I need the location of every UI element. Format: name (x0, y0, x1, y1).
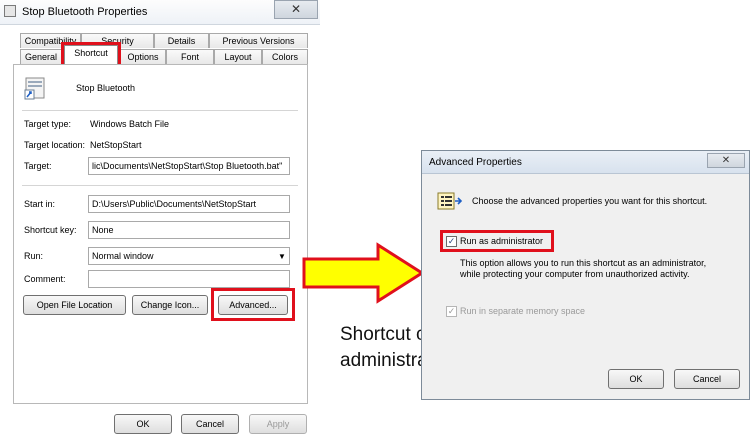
chevron-down-icon[interactable]: ▼ (278, 252, 286, 261)
target-location-value: NetStopStart (90, 140, 142, 150)
separate-memory-checkbox[interactable]: ✓ (446, 306, 457, 317)
batch-file-icon (24, 77, 45, 100)
tab-font[interactable]: Font (166, 49, 214, 64)
tab-previous-versions[interactable]: Previous Versions (209, 33, 308, 48)
shortcut-name: Stop Bluetooth (76, 83, 136, 93)
run-as-admin-highlight (440, 230, 554, 252)
advanced-cancel-button[interactable]: Cancel (674, 369, 740, 389)
start-in-input[interactable]: D:\Users\Public\Documents\NetStopStart (88, 195, 290, 213)
separator (22, 110, 298, 111)
advanced-close-button[interactable]: ✕ (707, 153, 745, 168)
advanced-properties-window: Advanced Properties ✕ Choose the advance… (421, 150, 750, 400)
tab-options[interactable]: Options (120, 49, 166, 64)
advanced-ok-button[interactable]: OK (608, 369, 664, 389)
tab-general[interactable]: General (20, 49, 62, 64)
target-type-value: Windows Batch File (90, 119, 170, 129)
shortcut-key-input[interactable]: None (88, 221, 290, 239)
shortcut-key-label: Shortcut key: (24, 225, 77, 235)
properties-list-icon (437, 192, 463, 210)
tab-colors[interactable]: Colors (262, 49, 308, 64)
arrow-icon (302, 242, 425, 304)
close-button[interactable]: ✕ (274, 0, 318, 19)
advanced-title: Advanced Properties (429, 157, 522, 168)
run-select[interactable]: Normal window (88, 247, 290, 265)
advanced-button-highlight (211, 288, 295, 321)
tab-details[interactable]: Details (154, 33, 209, 48)
properties-window: Stop Bluetooth Properties ✕ Compatibilit… (0, 0, 320, 439)
apply-button[interactable]: Apply (249, 414, 307, 434)
separator (22, 185, 298, 186)
ok-button[interactable]: OK (114, 414, 172, 434)
properties-title: Stop Bluetooth Properties (22, 6, 148, 18)
open-file-location-button[interactable]: Open File Location (23, 295, 126, 315)
advanced-description: Choose the advanced properties you want … (472, 196, 708, 206)
tab-layout[interactable]: Layout (214, 49, 262, 64)
target-type-label: Target type: (24, 119, 72, 129)
separate-memory-label[interactable]: Run in separate memory space (460, 306, 585, 316)
change-icon-button[interactable]: Change Icon... (132, 295, 208, 315)
comment-input[interactable] (88, 270, 290, 288)
comment-label: Comment: (24, 274, 66, 284)
option-description: This option allows you to run this short… (460, 258, 707, 279)
run-label: Run: (24, 251, 44, 261)
app-icon (4, 5, 16, 17)
start-in-label: Start in: (24, 199, 56, 209)
cancel-button[interactable]: Cancel (181, 414, 239, 434)
target-input[interactable]: lic\Documents\NetStopStart\Stop Bluetoot… (88, 157, 290, 175)
target-location-label: Target location: (24, 140, 86, 150)
target-label: Target: (24, 161, 52, 171)
